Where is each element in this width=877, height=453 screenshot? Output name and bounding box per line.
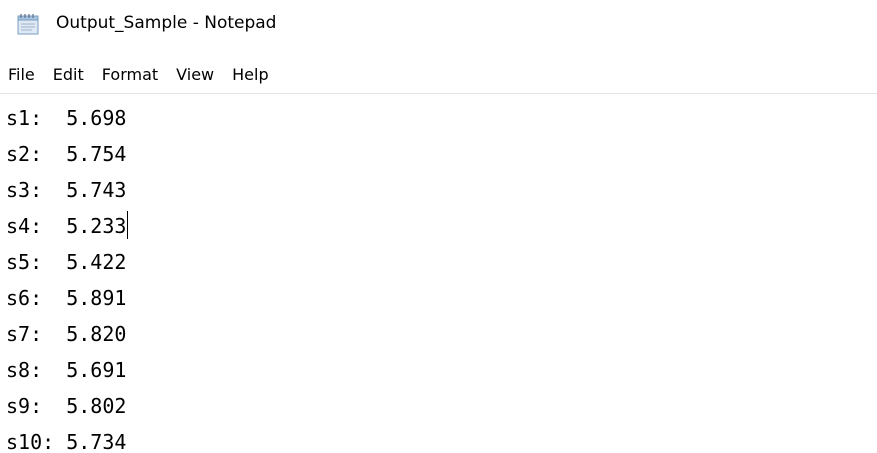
line-text: s4: 5.233 — [6, 214, 127, 238]
text-editor[interactable]: s1: 5.698 s2: 5.754 s3: 5.743 s4: 5.233 … — [0, 94, 877, 453]
text-caret — [127, 211, 129, 239]
line-text: s9: 5.802 — [6, 394, 127, 418]
text-line: s9: 5.802 — [6, 388, 877, 424]
line-text: s6: 5.891 — [6, 286, 127, 310]
line-text: s7: 5.820 — [6, 322, 127, 346]
text-line: s10: 5.734 — [6, 424, 877, 453]
menu-help[interactable]: Help — [223, 61, 277, 89]
notepad-window: Output_Sample - Notepad File Edit Format… — [0, 0, 877, 453]
text-line: s4: 5.233 — [6, 208, 877, 244]
line-text: s10: 5.734 — [6, 430, 127, 453]
menu-edit[interactable]: Edit — [44, 61, 93, 89]
text-line: s3: 5.743 — [6, 172, 877, 208]
window-title: Output_Sample - Notepad — [56, 13, 277, 33]
line-text: s2: 5.754 — [6, 142, 127, 166]
text-line: s1: 5.698 — [6, 100, 877, 136]
text-line: s6: 5.891 — [6, 280, 877, 316]
menu-file[interactable]: File — [0, 61, 44, 89]
line-text: s8: 5.691 — [6, 358, 127, 382]
menu-bar: File Edit Format View Help — [0, 61, 877, 89]
text-line: s7: 5.820 — [6, 316, 877, 352]
notepad-icon — [16, 12, 40, 36]
text-line: s2: 5.754 — [6, 136, 877, 172]
title-bar[interactable]: Output_Sample - Notepad — [0, 0, 877, 52]
text-line: s8: 5.691 — [6, 352, 877, 388]
line-text: s3: 5.743 — [6, 178, 127, 202]
line-text: s5: 5.422 — [6, 250, 127, 274]
menu-view[interactable]: View — [167, 61, 223, 89]
line-text: s1: 5.698 — [6, 106, 127, 130]
menu-format[interactable]: Format — [93, 61, 167, 89]
text-line: s5: 5.422 — [6, 244, 877, 280]
